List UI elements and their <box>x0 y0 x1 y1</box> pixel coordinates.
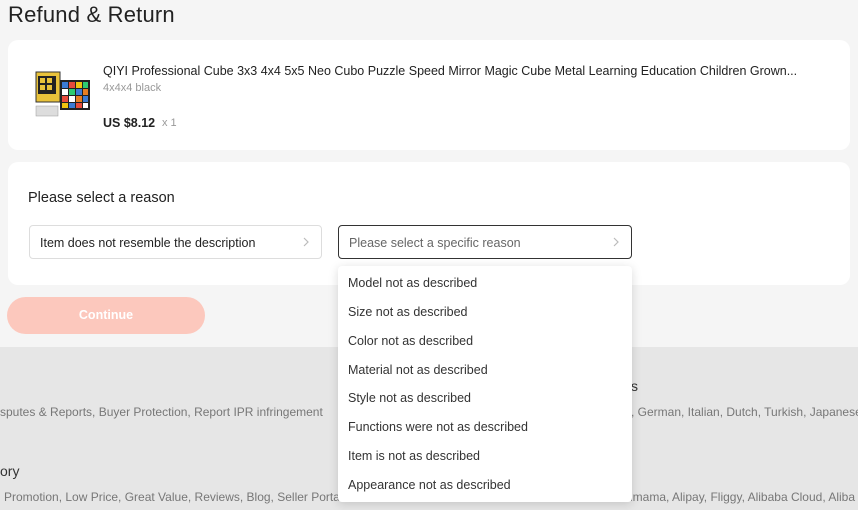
reason-select[interactable]: Item does not resemble the description <box>29 225 322 259</box>
specific-reason-select[interactable]: Please select a specific reason <box>338 225 632 259</box>
product-price: US $8.12 <box>103 116 156 130</box>
dropdown-option[interactable]: Size not as described <box>348 305 468 319</box>
dropdown-option[interactable]: Material not as described <box>348 363 488 377</box>
reason-heading: Please select a reason <box>28 190 175 206</box>
specific-reason-placeholder: Please select a specific reason <box>349 236 521 250</box>
dropdown-option[interactable]: Functions were not as described <box>348 420 528 434</box>
product-title[interactable]: QIYI Professional Cube 3x3 4x4 5x5 Neo C… <box>103 64 833 78</box>
continue-button[interactable]: Continue <box>7 297 205 334</box>
footer-links-help[interactable]: sputes & Reports, Buyer Protection, Repo… <box>0 405 323 419</box>
footer-heading-left: ory <box>0 463 20 479</box>
dropdown-option[interactable]: Style not as described <box>348 391 471 405</box>
footer-links-languages[interactable]: , German, Italian, Dutch, Turkish, Japan… <box>631 405 858 419</box>
product-image[interactable] <box>30 66 98 122</box>
specific-reason-dropdown: Model not as described Size not as descr… <box>338 266 632 502</box>
footer-heading-right: s <box>631 378 638 394</box>
reason-select-value: Item does not resemble the description <box>40 236 256 250</box>
dropdown-option[interactable]: Color not as described <box>348 334 473 348</box>
page-title: Refund & Return <box>8 2 175 27</box>
dropdown-option[interactable]: Appearance not as described <box>348 478 511 492</box>
chevron-right-icon <box>303 237 309 247</box>
footer-links-partners[interactable]: imama, Alipay, Fliggy, Alibaba Cloud, Al… <box>630 490 855 504</box>
product-card: QIYI Professional Cube 3x3 4x4 5x5 Neo C… <box>8 40 850 150</box>
product-quantity: x 1 <box>162 117 177 129</box>
chevron-right-icon <box>613 237 619 247</box>
product-variant: 4x4x4 black <box>103 82 162 94</box>
dropdown-option[interactable]: Model not as described <box>348 276 477 290</box>
footer-links-browse[interactable]: Promotion, Low Price, Great Value, Revie… <box>4 490 343 504</box>
dropdown-option[interactable]: Item is not as described <box>348 449 480 463</box>
